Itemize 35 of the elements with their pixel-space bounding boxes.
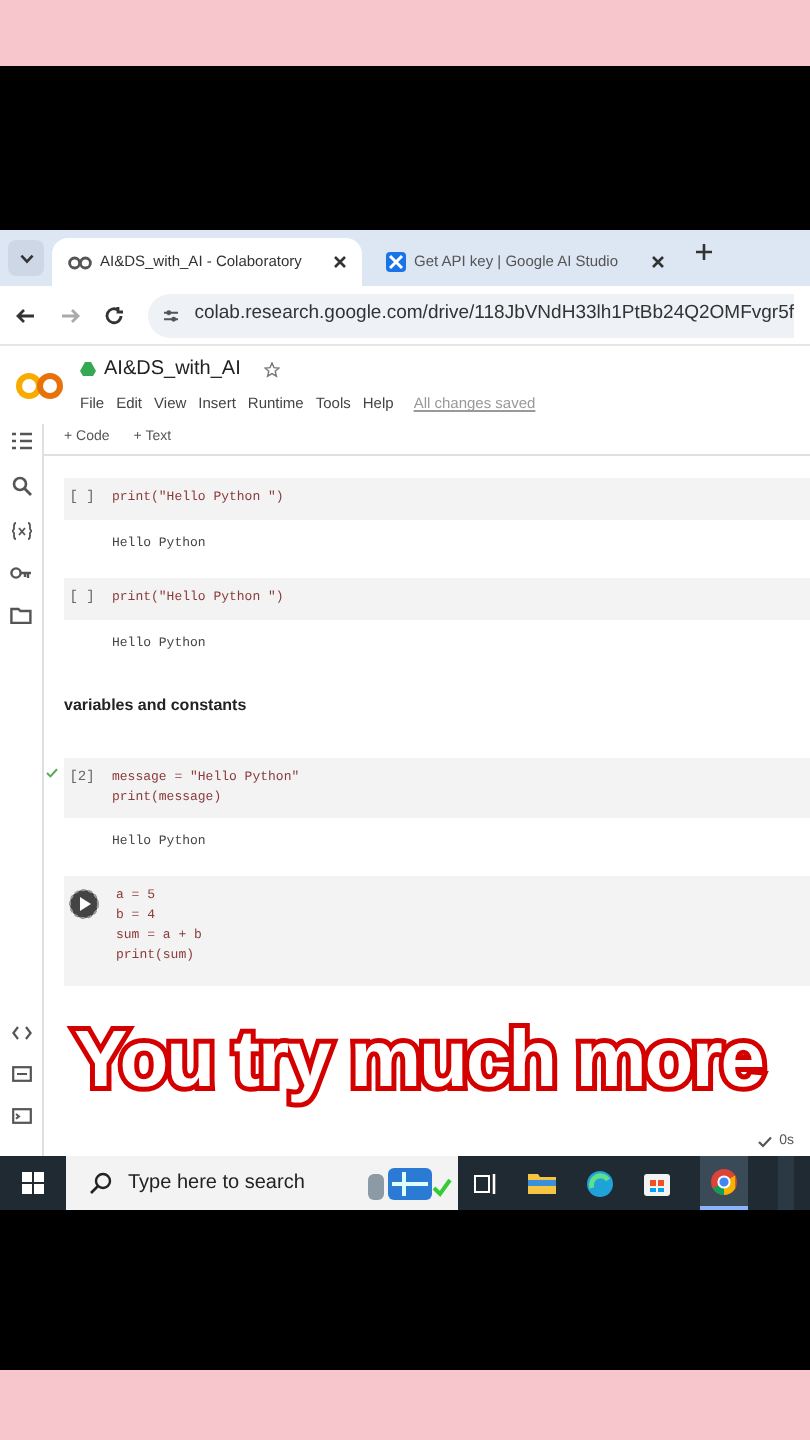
close-icon[interactable]	[652, 256, 664, 268]
folder-icon[interactable]	[10, 606, 32, 624]
colab-logo-icon	[16, 371, 64, 399]
star-icon[interactable]	[264, 361, 281, 378]
command-palette-icon[interactable]	[11, 1066, 31, 1082]
address-bar[interactable]: colab.research.google.com/drive/118JbVNdH33lh1PtBb24Q2OMFvgr5f	[148, 293, 794, 337]
chrome-icon	[710, 1167, 739, 1195]
tab-search-button[interactable]	[8, 240, 44, 276]
windows-start-icon[interactable]	[22, 1172, 44, 1194]
variables-icon[interactable]	[11, 522, 31, 540]
file-explorer-icon[interactable]	[527, 1172, 556, 1194]
site-settings-icon	[164, 307, 179, 323]
chevron-down-icon	[19, 253, 33, 263]
key-icon[interactable]	[10, 566, 32, 580]
url-text: colab.research.google.com/drive/118JbVNdH33lh1PtBb24Q2OMFvgr5f	[194, 300, 794, 329]
code-snippets-icon[interactable]	[11, 1026, 31, 1040]
running-spinner-icon[interactable]	[68, 888, 100, 921]
new-tab-icon[interactable]	[696, 243, 712, 259]
taskbar-search-field[interactable]: Type here to search	[66, 1156, 458, 1210]
store-icon[interactable]	[644, 1170, 671, 1196]
back-icon[interactable]	[16, 305, 36, 325]
notebook-title[interactable]: AI&DS_with_AI	[104, 354, 241, 385]
chrome-taskbar-button[interactable]	[700, 1156, 749, 1210]
reload-icon[interactable]	[104, 305, 124, 325]
search-icon	[90, 1172, 112, 1194]
search-icon[interactable]	[11, 476, 31, 496]
edge-browser-icon[interactable]	[585, 1169, 614, 1197]
table-of-contents-icon[interactable]	[11, 432, 31, 450]
markdown-heading: variables and constants	[64, 693, 249, 717]
check-icon	[757, 1135, 772, 1148]
close-icon[interactable]	[334, 256, 346, 268]
colab-favicon	[68, 255, 92, 269]
taskbar-search-field[interactable]: Type here to search	[128, 1168, 348, 1198]
terminal-icon[interactable]	[11, 1108, 31, 1124]
task-view-icon[interactable]	[473, 1173, 498, 1193]
